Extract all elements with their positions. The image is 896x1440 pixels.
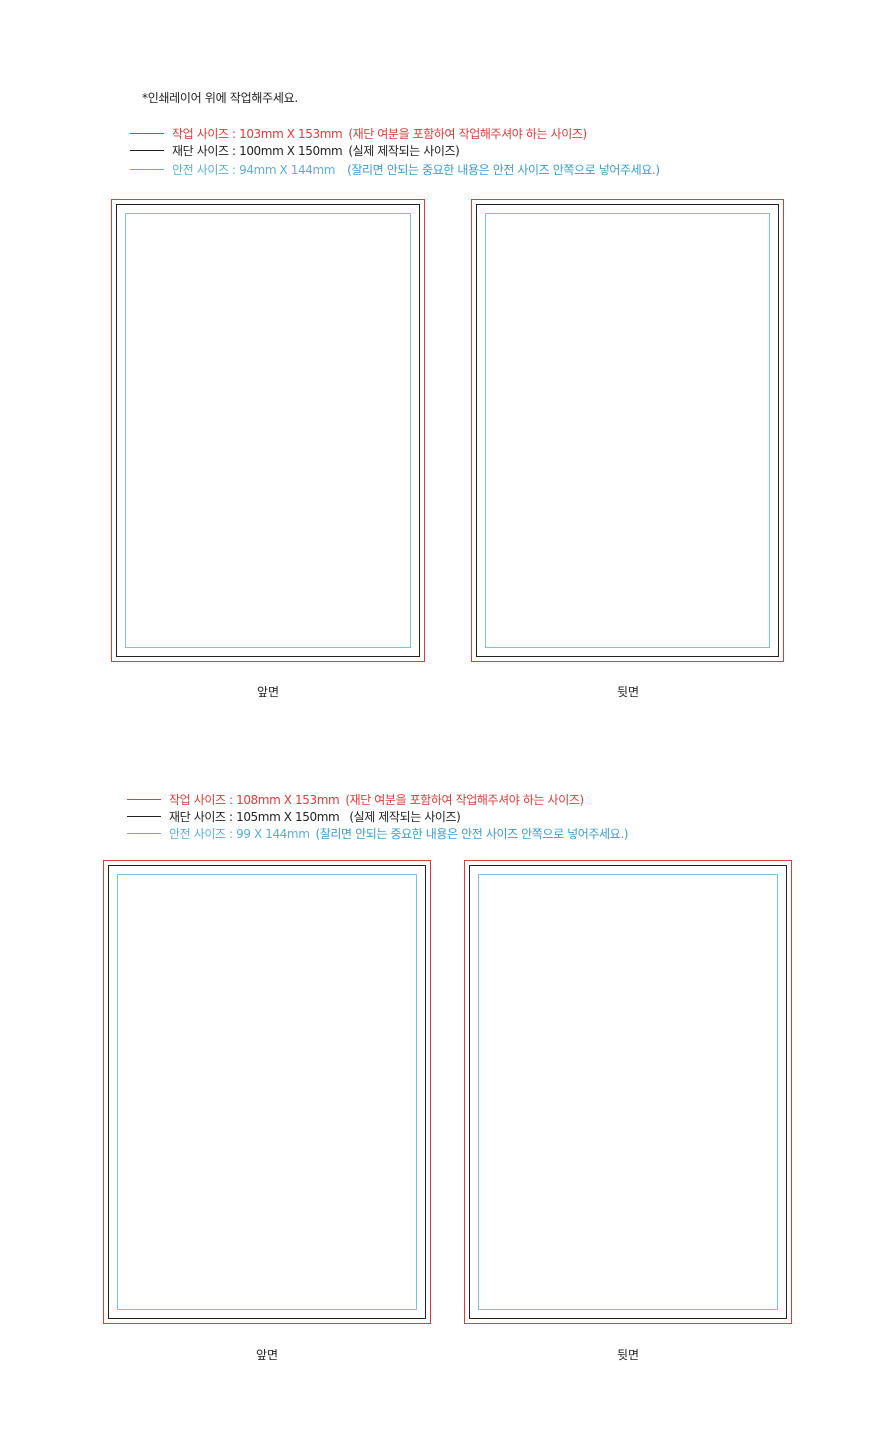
legend-label: 안전 사이즈 : 94mm X 144mm [172, 162, 336, 177]
safe-area [117, 874, 417, 1310]
front-label-2: 앞면 [255, 1348, 279, 1362]
safe-line-swatch [127, 832, 161, 834]
legend-desc: (재단 여분을 포함하여 작업해주셔야 하는 사이즈) [348, 126, 587, 141]
legend-desc: (실제 제작되는 사이즈) [349, 809, 461, 824]
cut-line-swatch [130, 149, 164, 151]
legend-label: 재단 사이즈 : 105mm X 150mm [169, 809, 340, 824]
front-label-1: 앞면 [256, 685, 280, 699]
legend-label: 작업 사이즈 : 103mm X 153mm [172, 126, 343, 141]
legend-desc: (잘리면 안되는 중요한 내용은 안전 사이즈 안쪽으로 넣어주세요.) [315, 826, 629, 841]
safe-line-swatch [130, 168, 164, 170]
legend-safe-size-2: 안전 사이즈 : 99 X 144mm (잘리면 안되는 중요한 내용은 안전 … [127, 825, 628, 841]
legend-label: 재단 사이즈 : 100mm X 150mm [172, 143, 343, 158]
legend-desc: (실제 제작되는 사이즈) [348, 143, 460, 158]
legend-safe-size-1: 안전 사이즈 : 94mm X 144mm (잘리면 안되는 중요한 내용은 안… [130, 161, 660, 177]
back-label-2: 뒷면 [616, 1348, 640, 1362]
work-line-swatch [130, 132, 164, 134]
back-label-1: 뒷면 [616, 685, 640, 699]
legend-label: 안전 사이즈 : 99 X 144mm [169, 826, 310, 841]
print-layer-note: *인쇄레이어 위에 작업해주세요. [142, 91, 298, 105]
legend-cut-size-1: 재단 사이즈 : 100mm X 150mm (실제 제작되는 사이즈) [130, 142, 460, 158]
work-line-swatch [127, 798, 161, 800]
cut-line-swatch [127, 815, 161, 817]
legend-desc: (잘리면 안되는 중요한 내용은 안전 사이즈 안쪽으로 넣어주세요.) [347, 162, 660, 177]
legend-work-size-2: 작업 사이즈 : 108mm X 153mm (재단 여분을 포함하여 작업해주… [127, 791, 584, 807]
legend-desc: (재단 여분을 포함하여 작업해주셔야 하는 사이즈) [345, 792, 584, 807]
safe-area [478, 874, 778, 1310]
safe-area [485, 213, 770, 648]
legend-label: 작업 사이즈 : 108mm X 153mm [169, 792, 340, 807]
legend-cut-size-2: 재단 사이즈 : 105mm X 150mm (실제 제작되는 사이즈) [127, 808, 461, 824]
legend-work-size-1: 작업 사이즈 : 103mm X 153mm (재단 여분을 포함하여 작업해주… [130, 125, 587, 141]
safe-area [125, 213, 411, 648]
